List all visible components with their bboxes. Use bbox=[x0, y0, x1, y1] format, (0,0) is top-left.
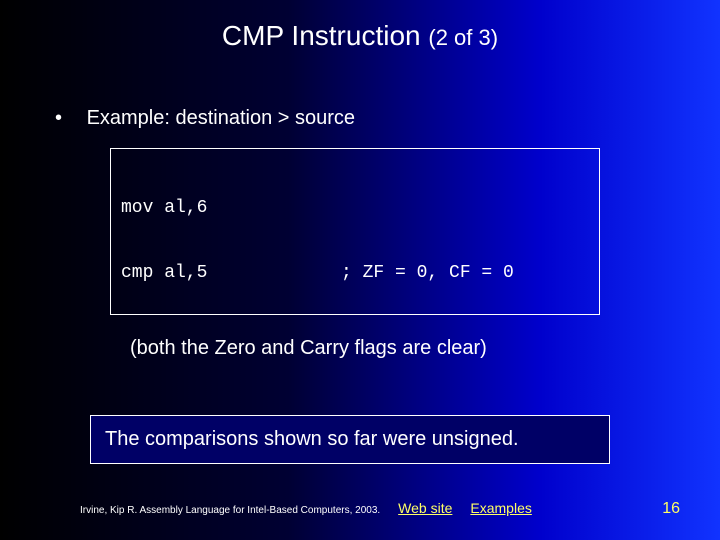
page-number: 16 bbox=[662, 500, 680, 518]
code-instr-1: mov al,6 bbox=[121, 198, 341, 220]
title-main: CMP Instruction bbox=[222, 20, 421, 51]
note-text: (both the Zero and Carry flags are clear… bbox=[130, 337, 720, 360]
code-comment: ; ZF = 0, CF = 0 bbox=[341, 263, 514, 285]
callout-box: The comparisons shown so far were unsign… bbox=[90, 415, 610, 464]
bullet-text: Example: destination > source bbox=[87, 107, 356, 129]
bullet-marker: • bbox=[55, 107, 81, 130]
footer: Irvine, Kip R. Assembly Language for Int… bbox=[0, 500, 720, 518]
code-line-2: cmp al,5 ; ZF = 0, CF = 0 bbox=[121, 263, 589, 285]
citation-text: Irvine, Kip R. Assembly Language for Int… bbox=[80, 505, 380, 516]
callout-text: The comparisons shown so far were unsign… bbox=[105, 428, 519, 450]
slide-title: CMP Instruction (2 of 3) bbox=[0, 0, 720, 52]
website-link[interactable]: Web site bbox=[398, 500, 452, 516]
examples-link[interactable]: Examples bbox=[470, 500, 531, 516]
code-box: mov al,6 cmp al,5 ; ZF = 0, CF = 0 bbox=[110, 148, 600, 315]
code-line-1: mov al,6 bbox=[121, 198, 589, 220]
code-instr-2: cmp al,5 bbox=[121, 263, 341, 285]
title-sub: (2 of 3) bbox=[428, 25, 498, 50]
bullet-line: • Example: destination > source bbox=[55, 107, 720, 130]
